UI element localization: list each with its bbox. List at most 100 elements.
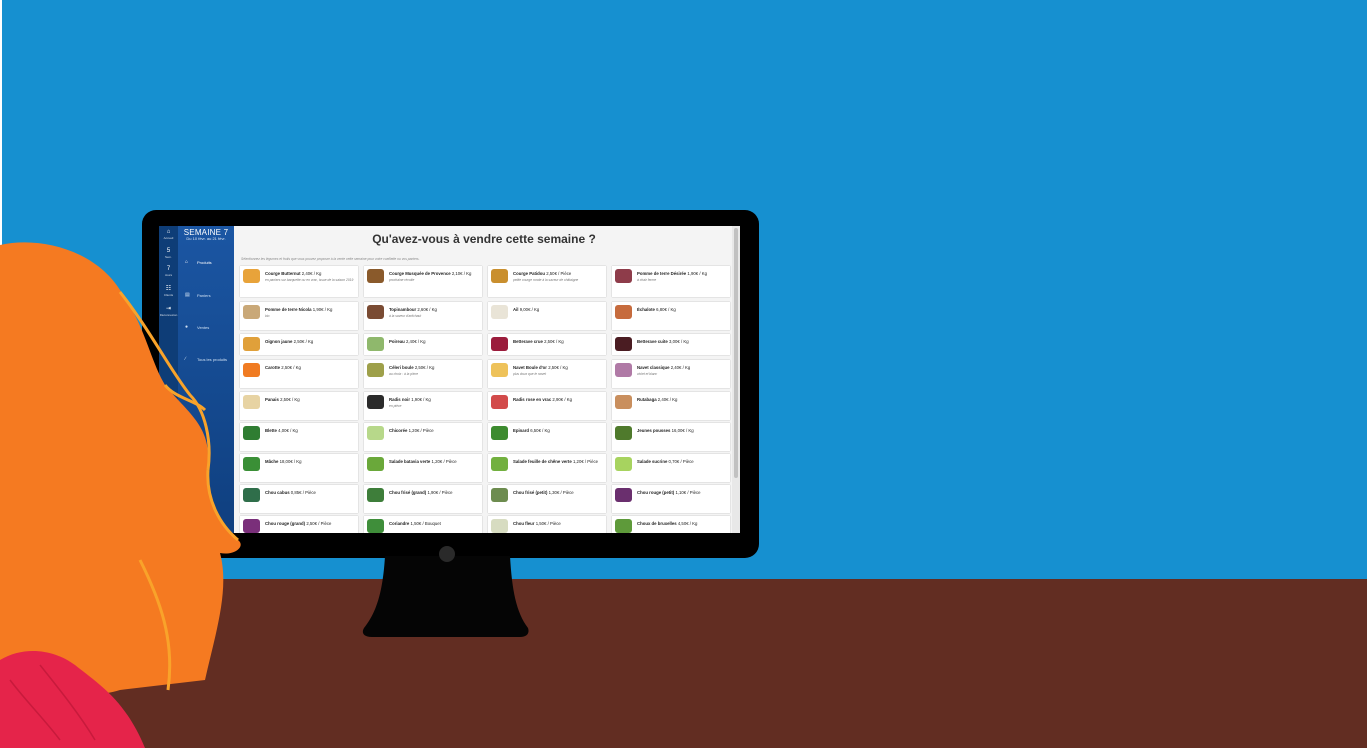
product-card[interactable]: Chou fleur 1,50€ / Pièce: [488, 516, 606, 533]
rail-item-3[interactable]: ☷ Clients: [159, 286, 178, 297]
product-card[interactable]: Chicorée 1,20€ / Pièce: [364, 423, 482, 451]
product-card[interactable]: Chou rouge (petit) 1,10€ / Pièce: [612, 485, 730, 513]
product-image: [243, 305, 260, 319]
product-card[interactable]: Mâche 18,00€ / Kg: [240, 454, 358, 482]
product-card[interactable]: Céleri boule 2,50€ / Kg au choix : à la p…: [364, 360, 482, 388]
sidebar: SEMAINE 7 Du 10 févr. au 21 févr. ⌂ Produ…: [178, 226, 237, 533]
product-description: plus doux que le navet: [513, 372, 546, 376]
rail-item-label: Déconnexion: [159, 313, 178, 317]
product-image: [491, 363, 508, 377]
product-title: Betterave cuite 3,00€ / Kg: [637, 339, 728, 345]
product-card[interactable]: Radis noir 1,90€ / Kg en pièce: [364, 392, 482, 420]
product-card[interactable]: Chou frisé (grand) 1,90€ / Pièce: [364, 485, 482, 513]
rail-item-4[interactable]: ⇥ Déconnexion: [159, 306, 178, 317]
product-price: 2,50€ / Pièce: [546, 271, 572, 276]
product-card[interactable]: Panais 2,50€ / Kg: [240, 392, 358, 420]
product-name: Jeunes pousses: [637, 428, 671, 433]
product-card[interactable]: Jeunes pousses 16,00€ / Kg: [612, 423, 730, 451]
product-price: 2,50€ / Kg: [414, 365, 435, 370]
product-card[interactable]: Salade sucrine 0,70€ / Pièce: [612, 454, 730, 482]
scrollbar-thumb[interactable]: [734, 228, 738, 478]
product-name: Betterave crue: [513, 339, 543, 344]
nav-item-0[interactable]: ⌂ Produits: [178, 255, 237, 269]
product-price: 2,40€ / Kg: [670, 365, 691, 370]
product-card[interactable]: Courge Butternut 2,40€ / Kg en paniers su…: [240, 266, 358, 297]
nav-item-2[interactable]: ● Ventes: [178, 320, 234, 334]
home-icon: ⌂: [166, 229, 171, 235]
product-description: au choix : à la pièce: [389, 372, 419, 376]
product-description: violet et blanc: [637, 372, 658, 376]
product-card[interactable]: Navet Boule d'or 2,50€ / Kg plus doux que…: [488, 360, 606, 388]
product-price: 18,00€ / Kg: [279, 459, 302, 464]
product-description: petite courge ronde à la saveur de châta…: [513, 278, 579, 282]
nav-item-1[interactable]: ▤ Paniers: [178, 288, 234, 302]
product-card[interactable]: Oignon jaune 2,50€ / Kg: [240, 334, 358, 355]
rail-item-0[interactable]: ⌂ Accueil: [159, 229, 178, 240]
product-title: Poireau 2,40€ / Kg: [389, 339, 480, 345]
product-name: Pomme de terre Nicola: [265, 307, 312, 312]
product-title: Courge Patidou 2,50€ / Pièce: [513, 271, 604, 277]
product-title: Courge Butternut 2,40€ / Kg: [265, 271, 356, 277]
product-card[interactable]: Choux de bruxelles 4,50€ / Kg: [612, 516, 730, 533]
week-icon: 5: [166, 248, 171, 254]
product-card[interactable]: Betterave crue 2,50€ / Kg: [488, 334, 606, 355]
product-card[interactable]: Courge Musquée de Provence 2,10€ / Kg pro…: [364, 266, 482, 297]
rail-item-label: Jours: [164, 273, 173, 277]
product-card[interactable]: Chou rouge (grand) 2,50€ / Pièce: [240, 516, 358, 533]
product-card[interactable]: Radis rose en vrac 2,90€ / Kg: [488, 392, 606, 420]
product-image: [243, 488, 260, 502]
product-card[interactable]: Navet classique 2,40€ / Kg violet et blan…: [612, 360, 730, 388]
product-card[interactable]: Chou frisé (petit) 1,30€ / Pièce: [488, 485, 606, 513]
product-title: Échalote 6,80€ / Kg: [637, 307, 728, 313]
product-name: Courge Musquée de Provence: [389, 271, 451, 276]
product-card[interactable]: Pomme de terre Nicola 1,90€ / Kg bio: [240, 302, 358, 330]
product-title: Chou fleur 1,50€ / Pièce: [513, 521, 604, 527]
rail-item-1[interactable]: 5 Sem.: [159, 248, 178, 259]
product-card[interactable]: Coriandre 1,50€ / Bouquet: [364, 516, 482, 533]
product-card[interactable]: Topinambour 2,60€ / Kg à la saveur d'arti…: [364, 302, 482, 330]
product-name: Blette: [265, 428, 277, 433]
product-image: [243, 395, 260, 409]
product-image: [367, 363, 384, 377]
product-card[interactable]: Poireau 2,40€ / Kg: [364, 334, 482, 355]
product-title: Chicorée 1,20€ / Pièce: [389, 428, 480, 434]
product-image: [491, 337, 508, 351]
product-title: Salade sucrine 0,70€ / Pièce: [637, 459, 728, 465]
product-card[interactable]: Salade feuille de chêne verte 1,20€ / Pi…: [488, 454, 606, 482]
product-name: Choux de bruxelles: [637, 521, 677, 526]
product-price: 4,00€ / Kg: [278, 428, 298, 433]
rail-item-2[interactable]: 7 Jours: [159, 266, 178, 277]
product-card[interactable]: Salade batavia verte 1,20€ / Pièce: [364, 454, 482, 482]
product-card[interactable]: Betterave cuite 3,00€ / Kg: [612, 334, 730, 355]
product-card[interactable]: Epinard 6,50€ / Kg: [488, 423, 606, 451]
product-title: Blette 4,00€ / Kg: [265, 428, 356, 434]
product-card[interactable]: Échalote 6,80€ / Kg: [612, 302, 730, 330]
product-card[interactable]: Rutabaga 2,40€ / Kg: [612, 392, 730, 420]
product-card[interactable]: Carotte 2,50€ / Kg: [240, 360, 358, 388]
product-title: Navet classique 2,40€ / Kg: [637, 365, 728, 371]
product-card[interactable]: Chou cabus 0,85€ / Pièce: [240, 485, 358, 513]
nav-item-3[interactable]: ∕ Tous les produits: [178, 352, 234, 366]
product-name: Radis noir: [389, 397, 411, 402]
nav-item-label: Paniers: [197, 293, 211, 298]
product-card[interactable]: Courge Patidou 2,50€ / Pièce petite courg…: [488, 266, 606, 297]
product-name: Oignon jaune: [265, 339, 293, 344]
product-name: Salade sucrine: [637, 459, 668, 464]
product-price: 2,40€ / Kg: [301, 271, 322, 276]
floor: [0, 579, 1367, 748]
scrollbar[interactable]: [732, 226, 740, 533]
product-price: 16,00€ / Kg: [671, 428, 694, 433]
product-image: [367, 519, 384, 533]
product-card[interactable]: Pomme de terre Désirée 1,90€ / Kg à chair…: [612, 266, 730, 297]
product-price: 2,50€ / Kg: [293, 339, 314, 344]
product-price: 2,90€ / Kg: [552, 397, 573, 402]
product-image: [491, 269, 508, 283]
product-name: Chou frisé (grand): [389, 490, 427, 495]
product-card[interactable]: Ail 9,00€ / Kg: [488, 302, 606, 330]
product-title: Jeunes pousses 16,00€ / Kg: [637, 428, 728, 434]
product-card[interactable]: Blette 4,00€ / Kg: [240, 423, 358, 451]
screen: ⌂ Accueil 5 Sem. 7 Jours ☷ Clients ⇥ Déconnexion …: [159, 226, 740, 533]
day-icon: 7: [166, 266, 171, 272]
product-name: Chou fleur: [513, 521, 535, 526]
product-image: [367, 305, 384, 319]
